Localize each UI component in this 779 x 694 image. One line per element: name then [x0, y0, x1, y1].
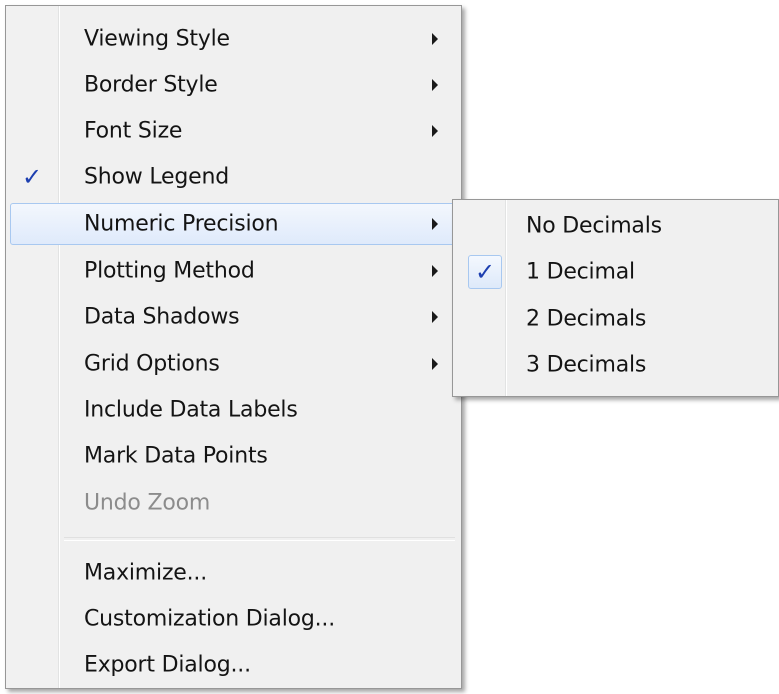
submenu-arrow-icon [432, 33, 438, 45]
menu-item-label: Maximize... [84, 560, 208, 586]
checkmark-icon: ✓ [22, 163, 43, 191]
numeric-precision-submenu: No Decimals ✓ 1 Decimal 2 Decimals 3 Dec… [452, 199, 779, 397]
submenu-item-3-decimals[interactable]: 3 Decimals [457, 344, 774, 386]
menu-item-label: Undo Zoom [84, 490, 211, 516]
menu-item-label: No Decimals [526, 213, 662, 239]
checkmark-icon: ✓ [475, 258, 496, 286]
menu-item-show-legend[interactable]: ✓ Show Legend [10, 156, 457, 198]
menu-item-label: Grid Options [84, 351, 220, 377]
menu-item-label: Show Legend [84, 164, 229, 190]
submenu-item-1-decimal[interactable]: ✓ 1 Decimal [457, 251, 774, 293]
menu-item-font-size[interactable]: Font Size [10, 110, 457, 152]
menu-item-data-shadows[interactable]: Data Shadows [10, 296, 457, 338]
menu-item-numeric-precision[interactable]: Numeric Precision [10, 203, 457, 245]
context-menu: Viewing Style Border Style Font Size ✓ S… [5, 5, 462, 689]
menu-item-include-data-labels[interactable]: Include Data Labels [10, 389, 457, 431]
menu-item-label: Data Shadows [84, 304, 240, 330]
menu-item-label: Export Dialog... [84, 652, 251, 678]
menu-item-label: Font Size [84, 118, 183, 144]
submenu-arrow-icon [432, 265, 438, 277]
submenu-arrow-icon [432, 125, 438, 137]
menu-item-label: Viewing Style [84, 26, 230, 52]
menu-item-border-style[interactable]: Border Style [10, 64, 457, 106]
menu-item-plotting-method[interactable]: Plotting Method [10, 250, 457, 292]
menu-item-viewing-style[interactable]: Viewing Style [10, 18, 457, 60]
submenu-arrow-icon [432, 79, 438, 91]
menu-item-undo-zoom: Undo Zoom [10, 482, 457, 524]
checkmark-frame: ✓ [468, 255, 502, 289]
menu-item-export-dialog[interactable]: Export Dialog... [10, 644, 457, 686]
menu-separator [64, 537, 455, 541]
menu-item-label: 2 Decimals [526, 306, 647, 332]
menu-item-label: Mark Data Points [84, 443, 268, 469]
submenu-arrow-icon [432, 311, 438, 323]
submenu-item-2-decimals[interactable]: 2 Decimals [457, 298, 774, 340]
menu-item-label: Border Style [84, 72, 218, 98]
menu-item-label: 3 Decimals [526, 352, 647, 378]
menu-item-customization-dialog[interactable]: Customization Dialog... [10, 598, 457, 640]
menu-item-maximize[interactable]: Maximize... [10, 552, 457, 594]
menu-item-label: Numeric Precision [84, 211, 279, 237]
menu-item-label: 1 Decimal [526, 259, 635, 285]
menu-item-mark-data-points[interactable]: Mark Data Points [10, 435, 457, 477]
menu-item-label: Plotting Method [84, 258, 255, 284]
submenu-item-no-decimals[interactable]: No Decimals [457, 205, 774, 247]
menu-item-label: Include Data Labels [84, 397, 298, 423]
submenu-arrow-icon [432, 358, 438, 370]
menu-item-grid-options[interactable]: Grid Options [10, 343, 457, 385]
submenu-arrow-icon [432, 218, 438, 230]
menu-item-label: Customization Dialog... [84, 606, 336, 632]
